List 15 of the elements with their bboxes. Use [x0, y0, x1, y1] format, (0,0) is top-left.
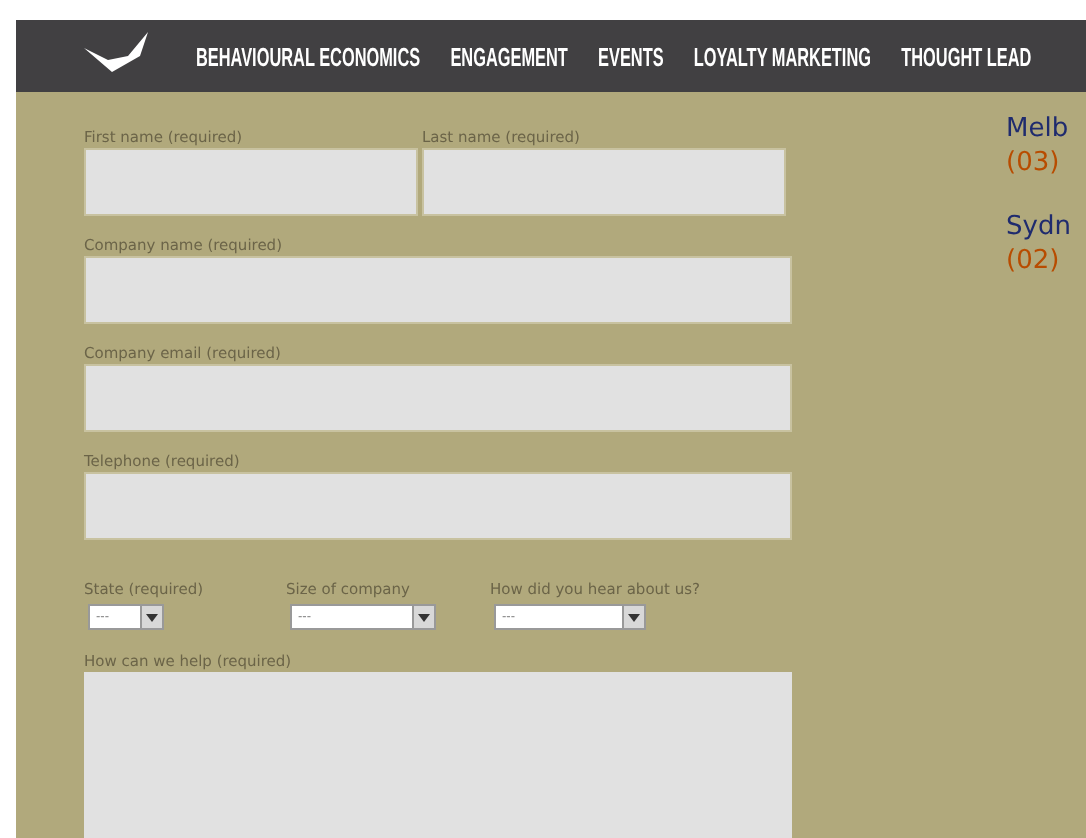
office-city: Melb — [1006, 112, 1071, 146]
nav-link[interactable]: BEHAVIOURAL ECONOMICS — [196, 41, 421, 71]
nav-link[interactable]: THOUGHT LEAD — [901, 41, 1032, 71]
text-field[interactable] — [84, 148, 418, 216]
text-field[interactable] — [84, 364, 792, 432]
office-city: Sydn — [1006, 210, 1071, 244]
nav-link[interactable]: ENGAGEMENT — [450, 41, 568, 71]
text-field[interactable] — [422, 148, 786, 216]
office-phone: (02) — [1006, 244, 1062, 278]
text-field[interactable] — [84, 256, 792, 324]
nav-link[interactable]: LOYALTY MARKETING — [693, 41, 871, 71]
message-field[interactable] — [84, 672, 792, 838]
nav-link[interactable]: EVENTS — [598, 41, 664, 71]
text-field[interactable] — [84, 472, 792, 540]
office-phone: (03) — [1006, 146, 1062, 180]
